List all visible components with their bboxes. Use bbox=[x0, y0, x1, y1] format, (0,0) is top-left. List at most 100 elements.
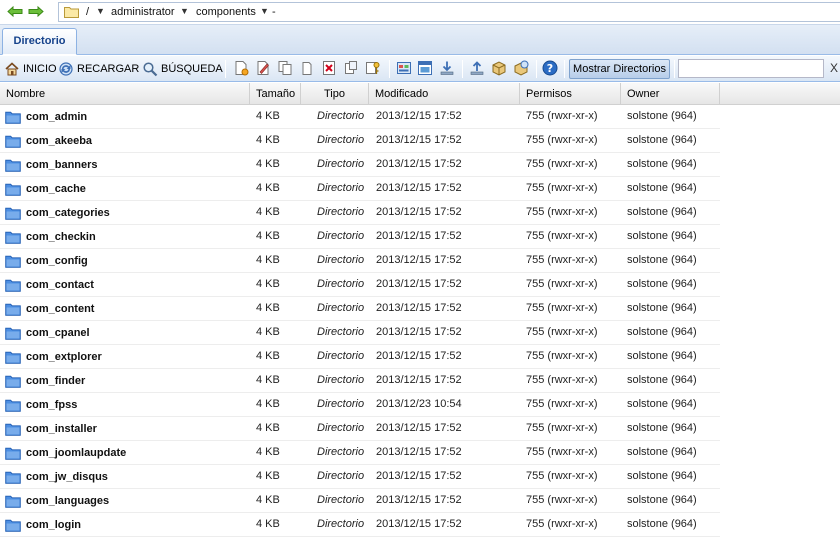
table-row[interactable]: com_checkin 4 KB Directorio 2013/12/15 17:5… bbox=[0, 225, 720, 249]
reload-button[interactable]: RECARGAR bbox=[58, 59, 139, 79]
path-root[interactable]: / bbox=[86, 6, 89, 18]
forward-arrow-icon[interactable] bbox=[28, 5, 44, 18]
file-name-cell[interactable]: com_extplorer bbox=[5, 345, 102, 369]
modified-cell: 2013/12/15 17:52 bbox=[376, 302, 462, 314]
table-row[interactable]: com_akeeba 4 KB Directorio 2013/12/15 17:52… bbox=[0, 129, 720, 153]
chevron-down-icon[interactable]: ▼ bbox=[96, 6, 105, 16]
table-row[interactable]: com_config 4 KB Directorio 2013/12/15 17:52… bbox=[0, 249, 720, 273]
permissions-icon[interactable] bbox=[365, 60, 381, 76]
edit-file-icon[interactable] bbox=[255, 60, 271, 76]
home-label: INICIO bbox=[23, 63, 57, 75]
file-name-cell[interactable]: com_admin bbox=[5, 105, 87, 129]
table-row[interactable]: com_jw_disqus 4 KB Directorio 2013/12/15 17… bbox=[0, 465, 720, 489]
file-name: com_fpss bbox=[26, 399, 78, 411]
permissions-cell: 755 (rwxr-xr-x) bbox=[526, 158, 598, 170]
delete-icon[interactable] bbox=[321, 60, 337, 76]
file-name-cell[interactable]: com_jw_disqus bbox=[5, 465, 108, 489]
file-name-cell[interactable]: com_contact bbox=[5, 273, 94, 297]
column-header-permissions[interactable]: Permisos bbox=[520, 83, 621, 105]
table-row[interactable]: com_installer 4 KB Directorio 2013/12/15 17… bbox=[0, 417, 720, 441]
file-name: com_installer bbox=[26, 423, 97, 435]
file-name-cell[interactable]: com_akeeba bbox=[5, 129, 92, 153]
owner-cell: solstone (964) bbox=[627, 398, 697, 410]
file-name-cell[interactable]: com_joomlaupdate bbox=[5, 441, 126, 465]
archive-icon[interactable] bbox=[491, 60, 507, 76]
file-name-cell[interactable]: com_finder bbox=[5, 369, 85, 393]
path-segment-components[interactable]: components bbox=[196, 6, 256, 18]
folder-icon bbox=[5, 135, 21, 148]
tab-directorio[interactable]: Directorio bbox=[2, 28, 77, 55]
download-icon[interactable] bbox=[439, 60, 455, 76]
path-box[interactable]: / ▼ administrator ▼ components ▼ - bbox=[58, 2, 840, 22]
file-name-cell[interactable]: com_checkin bbox=[5, 225, 96, 249]
modified-cell: 2013/12/15 17:52 bbox=[376, 350, 462, 362]
chevron-down-icon[interactable]: ▼ bbox=[260, 6, 269, 16]
owner-cell: solstone (964) bbox=[627, 518, 697, 530]
column-header-type[interactable]: Tipo bbox=[301, 83, 369, 105]
upload-icon[interactable] bbox=[469, 60, 485, 76]
table-row[interactable]: com_extplorer 4 KB Directorio 2013/12/15 17… bbox=[0, 345, 720, 369]
path-bar: / ▼ administrator ▼ components ▼ - bbox=[0, 0, 840, 25]
path-segment-administrator[interactable]: administrator bbox=[111, 6, 175, 18]
column-header-owner[interactable]: Owner bbox=[621, 83, 720, 105]
toolbar-separator bbox=[564, 60, 565, 78]
search-button[interactable]: BÚSQUEDA bbox=[142, 59, 223, 79]
edit-window-icon[interactable] bbox=[417, 60, 433, 76]
filter-input[interactable] bbox=[678, 59, 824, 78]
rename-icon[interactable] bbox=[343, 60, 359, 76]
file-name-cell[interactable]: com_config bbox=[5, 249, 88, 273]
file-name-cell[interactable]: com_banners bbox=[5, 153, 98, 177]
path-trailing-marker: - bbox=[272, 6, 276, 18]
permissions-cell: 755 (rwxr-xr-x) bbox=[526, 110, 598, 122]
column-header-size[interactable]: Tamaño bbox=[250, 83, 301, 105]
table-row[interactable]: com_contact 4 KB Directorio 2013/12/15 17:5… bbox=[0, 273, 720, 297]
show-directories-button[interactable]: Mostrar Directorios bbox=[569, 59, 670, 79]
table-row[interactable]: com_fpss 4 KB Directorio 2013/12/23 10:54 75… bbox=[0, 393, 720, 417]
file-name-cell[interactable]: com_login bbox=[5, 513, 81, 537]
toolbar-separator bbox=[389, 60, 390, 78]
table-row[interactable]: com_categories 4 KB Directorio 2013/12/15 1… bbox=[0, 201, 720, 225]
view-icon[interactable] bbox=[396, 60, 412, 76]
file-name: com_login bbox=[26, 519, 82, 531]
clear-filter-button[interactable]: X bbox=[830, 61, 838, 75]
permissions-cell: 755 (rwxr-xr-x) bbox=[526, 422, 598, 434]
file-name-cell[interactable]: com_cache bbox=[5, 177, 86, 201]
table-row[interactable]: com_banners 4 KB Directorio 2013/12/15 17:5… bbox=[0, 153, 720, 177]
column-header-name[interactable]: Nombre bbox=[0, 83, 250, 105]
paste-icon[interactable] bbox=[299, 60, 315, 76]
toolbar-separator bbox=[462, 60, 463, 78]
owner-cell: solstone (964) bbox=[627, 446, 697, 458]
table-row[interactable]: com_finder 4 KB Directorio 2013/12/15 17:52… bbox=[0, 369, 720, 393]
column-header-modified[interactable]: Modificado bbox=[369, 83, 520, 105]
home-button[interactable]: INICIO bbox=[4, 59, 57, 79]
file-name-cell[interactable]: com_fpss bbox=[5, 393, 77, 417]
back-arrow-icon[interactable] bbox=[7, 5, 23, 18]
file-name-cell[interactable]: com_cpanel bbox=[5, 321, 90, 345]
help-icon[interactable]: ? bbox=[542, 60, 558, 76]
size-cell: 4 KB bbox=[256, 350, 280, 362]
folder-icon bbox=[5, 111, 21, 124]
folder-icon bbox=[5, 327, 21, 340]
table-row[interactable]: com_languages 4 KB Directorio 2013/12/15 17… bbox=[0, 489, 720, 513]
magnifier-icon bbox=[143, 62, 158, 77]
file-name: com_admin bbox=[26, 111, 88, 123]
table-row[interactable]: com_content 4 KB Directorio 2013/12/15 17:5… bbox=[0, 297, 720, 321]
table-row[interactable]: com_login 4 KB Directorio 2013/12/15 17:52 7… bbox=[0, 513, 720, 537]
modified-cell: 2013/12/15 17:52 bbox=[376, 422, 462, 434]
reload-icon bbox=[59, 62, 73, 76]
file-name-cell[interactable]: com_languages bbox=[5, 489, 109, 513]
file-name-cell[interactable]: com_categories bbox=[5, 201, 110, 225]
extract-icon[interactable] bbox=[513, 60, 529, 76]
chevron-down-icon[interactable]: ▼ bbox=[180, 6, 189, 16]
table-row[interactable]: com_admin 4 KB Directorio 2013/12/15 17:52 7… bbox=[0, 105, 720, 129]
file-name-cell[interactable]: com_installer bbox=[5, 417, 97, 441]
table-row[interactable]: com_cpanel 4 KB Directorio 2013/12/15 17:52… bbox=[0, 321, 720, 345]
table-row[interactable]: com_joomlaupdate 4 KB Directorio 2013/12/15… bbox=[0, 441, 720, 465]
file-name: com_cache bbox=[26, 183, 86, 195]
svg-text:?: ? bbox=[547, 62, 553, 75]
table-row[interactable]: com_cache 4 KB Directorio 2013/12/15 17:52 7… bbox=[0, 177, 720, 201]
new-file-icon[interactable] bbox=[233, 60, 249, 76]
file-name: com_finder bbox=[26, 375, 86, 387]
file-name-cell[interactable]: com_content bbox=[5, 297, 94, 321]
copy-icon[interactable] bbox=[277, 60, 293, 76]
